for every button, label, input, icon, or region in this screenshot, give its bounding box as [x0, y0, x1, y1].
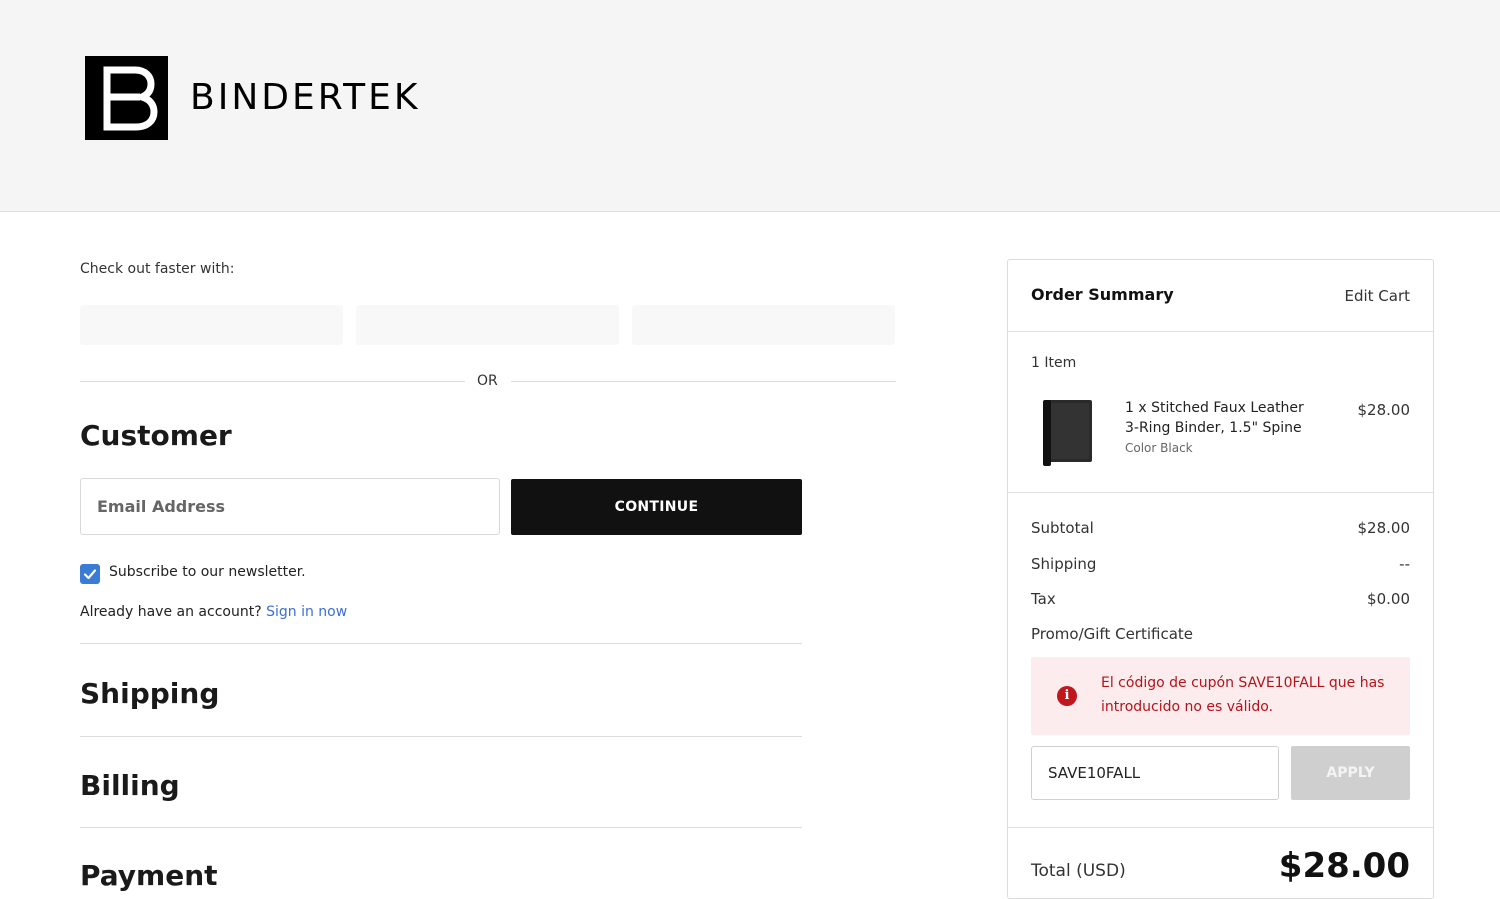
product-thumbnail	[1040, 398, 1095, 468]
total-value: $28.00	[1278, 846, 1410, 886]
section-divider	[80, 827, 802, 828]
tax-label: Tax	[1031, 590, 1056, 608]
product-name[interactable]: 1 x Stitched Faux Leather 3-Ring Binder,…	[1125, 398, 1304, 438]
email-input[interactable]	[80, 478, 500, 535]
promo-code-input[interactable]	[1031, 746, 1279, 800]
tax-value: $0.00	[1367, 590, 1410, 608]
error-info-icon: i	[1057, 686, 1077, 706]
section-divider	[80, 643, 802, 644]
section-divider	[80, 736, 802, 737]
wallet-button-3[interactable]	[632, 305, 895, 345]
coupon-error-alert: i El código de cupón SAVE10FALL que has …	[1031, 657, 1410, 735]
order-summary-panel: Order Summary Edit Cart 1 Item 1 x Stitc…	[1007, 259, 1434, 899]
brand-name[interactable]: BINDERTEK	[190, 78, 420, 118]
customer-title: Customer	[80, 419, 232, 452]
coupon-error-message: El código de cupón SAVE10FALL que has in…	[1101, 675, 1385, 715]
payment-title[interactable]: Payment	[80, 860, 218, 892]
fast-checkout-label: Check out faster with:	[80, 261, 235, 277]
continue-button[interactable]: CONTINUE	[511, 479, 802, 535]
account-prompt: Already have an account? Sign in now	[80, 604, 347, 620]
sign-in-link[interactable]: Sign in now	[266, 604, 347, 620]
product-price: $28.00	[1357, 401, 1411, 419]
product-name-line2: 3-Ring Binder, 1.5" Spine	[1125, 420, 1302, 436]
wallet-button-1[interactable]	[80, 305, 343, 345]
edit-cart-link[interactable]: Edit Cart	[1344, 287, 1410, 305]
binder-image-icon	[1043, 400, 1092, 466]
summary-divider	[1008, 827, 1433, 828]
promo-gift-link[interactable]: Promo/Gift Certificate	[1031, 625, 1193, 643]
subtotal-value: $28.00	[1357, 519, 1411, 537]
summary-divider	[1008, 331, 1433, 332]
total-label: Total (USD)	[1031, 861, 1126, 881]
order-summary-title: Order Summary	[1031, 285, 1174, 304]
product-option: Color Black	[1125, 441, 1193, 455]
account-prompt-text: Already have an account?	[80, 604, 262, 620]
shipping-title[interactable]: Shipping	[80, 678, 219, 710]
product-name-line1: 1 x Stitched Faux Leather	[1125, 400, 1304, 416]
summary-divider	[1008, 492, 1433, 493]
or-divider-right	[511, 381, 896, 382]
newsletter-checkbox[interactable]	[80, 564, 100, 584]
wallet-button-2[interactable]	[356, 305, 619, 345]
or-divider-left	[80, 381, 465, 382]
checkmark-icon	[83, 569, 97, 580]
site-header: BINDERTEK	[0, 0, 1500, 212]
shipping-value: --	[1399, 555, 1410, 573]
brand-logo-icon[interactable]	[85, 56, 168, 140]
or-label: OR	[477, 373, 498, 389]
item-count: 1 Item	[1031, 355, 1077, 371]
billing-title[interactable]: Billing	[80, 770, 180, 802]
newsletter-label[interactable]: Subscribe to our newsletter.	[109, 564, 306, 580]
shipping-label: Shipping	[1031, 555, 1097, 573]
apply-button[interactable]: APPLY	[1291, 746, 1410, 800]
subtotal-label: Subtotal	[1031, 519, 1094, 537]
